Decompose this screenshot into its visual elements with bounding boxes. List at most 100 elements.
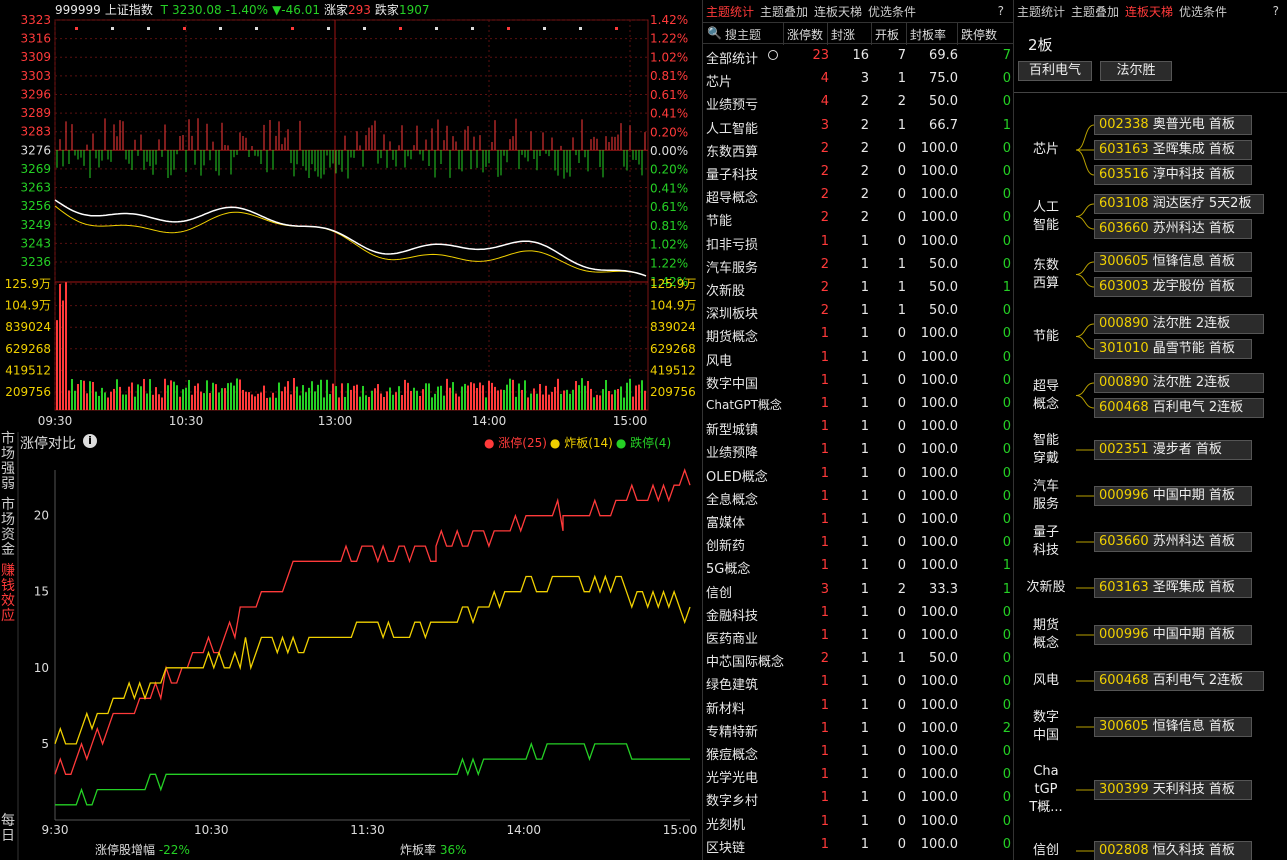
table-cell: 0: [1002, 164, 1011, 179]
ladder-stock-chip[interactable]: 300399 天利科技 首板: [1094, 780, 1252, 800]
table-row[interactable]: 富媒体 1 1 0 100.0 0: [703, 509, 1013, 532]
ladder-stock-chip[interactable]: 002338 奥普光电 首板: [1094, 115, 1252, 135]
ladder-stock-chip[interactable]: 002351 漫步者 首板: [1094, 440, 1252, 460]
stock-code: 600468: [1099, 400, 1149, 415]
ladder-theme[interactable]: 期货 概念: [1016, 617, 1076, 653]
ladder-theme[interactable]: 汽车 服务: [1016, 478, 1076, 514]
tab-2[interactable]: 连板天梯: [814, 3, 862, 20]
table-row[interactable]: OLED概念 1 1 0 100.0 0: [703, 463, 1013, 486]
table-row[interactable]: 次新股 2 1 1 50.0 1: [703, 277, 1013, 300]
ladder-stock-chip[interactable]: 000996 中国中期 首板: [1094, 625, 1252, 645]
ladder-stock-chip[interactable]: 603516 淳中科技 首板: [1094, 165, 1252, 185]
table-row[interactable]: 期货概念 1 1 0 100.0 0: [703, 323, 1013, 346]
table-row[interactable]: 医药商业 1 1 0 100.0 0: [703, 625, 1013, 648]
col-header[interactable]: 封板率: [910, 26, 946, 43]
ladder-stock-chip[interactable]: 000890 法尔胜 2连板: [1094, 314, 1264, 334]
legend-item[interactable]: ● 涨停(25): [484, 436, 547, 450]
table-row[interactable]: 量子科技 2 2 0 100.0 0: [703, 161, 1013, 184]
table-row[interactable]: 扣非亏损 1 1 0 100.0 0: [703, 231, 1013, 254]
help-icon[interactable]: ?: [998, 4, 1004, 18]
ladder-stock-chip[interactable]: 603660 苏州科达 首板: [1094, 532, 1252, 552]
table-row[interactable]: 光刻机 1 1 0 100.0 0: [703, 811, 1013, 834]
ladder-theme[interactable]: 数字 中国: [1016, 709, 1076, 745]
ladder-stock-chip[interactable]: 603108 润达医疗 5天2板: [1094, 194, 1264, 214]
legend-item[interactable]: ● 炸板(14): [550, 436, 613, 450]
ladder-theme[interactable]: Cha tGP T概...: [1016, 763, 1076, 817]
table-cell: 1: [820, 674, 829, 690]
ladder-stock-chip[interactable]: 300605 恒锋信息 首板: [1094, 717, 1252, 737]
table-row[interactable]: 数字乡村 1 1 0 100.0 0: [703, 787, 1013, 810]
time-tick-label: 15:00: [613, 414, 648, 428]
time-tick-label: 09:30: [38, 414, 73, 428]
table-row[interactable]: 汽车服务 2 1 1 50.0 0: [703, 254, 1013, 277]
table-row[interactable]: 5G概念 1 1 0 100.0 1: [703, 555, 1013, 578]
table-cell: 0: [1002, 71, 1011, 87]
table-row[interactable]: 信创 3 1 2 33.3 1: [703, 579, 1013, 602]
ladder-stock-chip[interactable]: 600468 百利电气 2连板: [1094, 398, 1264, 418]
ladder-theme[interactable]: 节能: [1016, 328, 1076, 346]
ladder-theme[interactable]: 东数 西算: [1016, 257, 1076, 293]
table-cell: 超导概念: [706, 191, 759, 207]
info-icon[interactable]: i: [83, 434, 97, 448]
table-row[interactable]: 风电 1 1 0 100.0 0: [703, 347, 1013, 370]
table-row[interactable]: 创新药 1 1 0 100.0 0: [703, 532, 1013, 555]
ladder-stock-chip[interactable]: 603163 圣晖集成 首板: [1094, 140, 1252, 160]
table-row[interactable]: 中芯国际概念 2 1 1 50.0 0: [703, 648, 1013, 671]
table-row[interactable]: 区块链 1 1 0 100.0 0: [703, 834, 1013, 857]
table-row[interactable]: 全部统计 23 16 7 69.6 7: [703, 45, 1013, 68]
ladder-stock-chip[interactable]: 603163 圣晖集成 首板: [1094, 578, 1252, 598]
table-row[interactable]: 人工智能 3 2 1 66.7 1: [703, 115, 1013, 138]
table-row[interactable]: 超导概念 2 2 0 100.0 0: [703, 184, 1013, 207]
table-row[interactable]: 金融科技 1 1 0 100.0 0: [703, 602, 1013, 625]
table-row[interactable]: 全息概念 1 1 0 100.0 0: [703, 486, 1013, 509]
ladder-stock-chip[interactable]: 300605 恒锋信息 首板: [1094, 252, 1252, 272]
table-row[interactable]: 新型城镇 1 1 0 100.0 0: [703, 416, 1013, 439]
table-row[interactable]: 专精特新 1 1 0 100.0 2: [703, 718, 1013, 741]
table-row[interactable]: 芯片 4 3 1 75.0 0: [703, 68, 1013, 91]
tab-0[interactable]: 主题统计: [706, 3, 754, 20]
tab-3[interactable]: 优选条件: [868, 3, 916, 20]
table-row[interactable]: 绿色建筑 1 1 0 100.0 0: [703, 671, 1013, 694]
ladder-stock-chip[interactable]: 603660 苏州科达 首板: [1094, 219, 1252, 239]
table-cell: 1: [820, 535, 829, 551]
ladder-theme[interactable]: 次新股: [1016, 579, 1076, 597]
ladder-theme[interactable]: 超导 概念: [1016, 378, 1076, 414]
ladder-theme[interactable]: 量子 科技: [1016, 524, 1076, 560]
col-divider: [783, 23, 784, 45]
table-row[interactable]: 光学光电 1 1 0 100.0 0: [703, 764, 1013, 787]
table-row[interactable]: 猴痘概念 1 1 0 100.0 0: [703, 741, 1013, 764]
ladder-stock-chip[interactable]: 603003 龙宇股份 首板: [1094, 277, 1252, 297]
ladder-theme[interactable]: 信创: [1016, 842, 1076, 860]
circle-icon[interactable]: [768, 50, 778, 60]
col-header[interactable]: 跌停数: [961, 26, 997, 43]
table-row[interactable]: 东数西算 2 2 0 100.0 0: [703, 138, 1013, 161]
ladder-theme[interactable]: 风电: [1016, 672, 1076, 690]
col-header[interactable]: 开板: [875, 26, 899, 43]
ladder-theme[interactable]: 智能 穿戴: [1016, 432, 1076, 468]
ladder-stock-chip[interactable]: 000996 中国中期 首板: [1094, 486, 1252, 506]
ladder-stock-chip[interactable]: 301010 晶雪节能 首板: [1094, 339, 1252, 359]
price-tick-label: 3309: [20, 50, 51, 64]
table-row[interactable]: 业绩预降 1 1 0 100.0 0: [703, 439, 1013, 462]
table-row[interactable]: 数字中国 1 1 0 100.0 0: [703, 370, 1013, 393]
ladder-theme[interactable]: 人工 智能: [1016, 199, 1076, 235]
table-cell: 0: [897, 767, 906, 783]
table-row[interactable]: 节能 2 2 0 100.0 0: [703, 207, 1013, 230]
ladder-stock-chip[interactable]: 002808 恒久科技 首板: [1094, 841, 1252, 860]
tab-1[interactable]: 主题叠加: [760, 3, 808, 20]
index-intraday-chart[interactable]: 3323 3316 3309 3303 3296 3289 3283 3276 3269 3263…: [0, 0, 700, 430]
table-cell: 100.0: [920, 349, 958, 365]
col-header[interactable]: 封涨: [831, 26, 855, 43]
table-row[interactable]: ChatGPT概念 1 1 0 100.0 0: [703, 393, 1013, 416]
y-tick-label: 20: [34, 509, 49, 523]
ladder-stock-chip[interactable]: 000890 法尔胜 2连板: [1094, 373, 1264, 393]
table-row[interactable]: 业绩预亏 4 2 2 50.0 0: [703, 91, 1013, 114]
ladder-stock-chip[interactable]: 600468 百利电气 2连板: [1094, 671, 1264, 691]
index-chart-panel[interactable]: 3323 3316 3309 3303 3296 3289 3283 3276 3269 3263…: [0, 0, 700, 430]
ladder-theme[interactable]: 芯片: [1016, 141, 1076, 159]
col-header[interactable]: 涨停数: [787, 26, 823, 43]
table-row[interactable]: 深圳板块 2 1 1 50.0 0: [703, 300, 1013, 323]
price-tick-label: 3296: [20, 87, 51, 101]
legend-item[interactable]: ● 跌停(4): [616, 436, 671, 450]
table-row[interactable]: 新材料 1 1 0 100.0 0: [703, 695, 1013, 718]
